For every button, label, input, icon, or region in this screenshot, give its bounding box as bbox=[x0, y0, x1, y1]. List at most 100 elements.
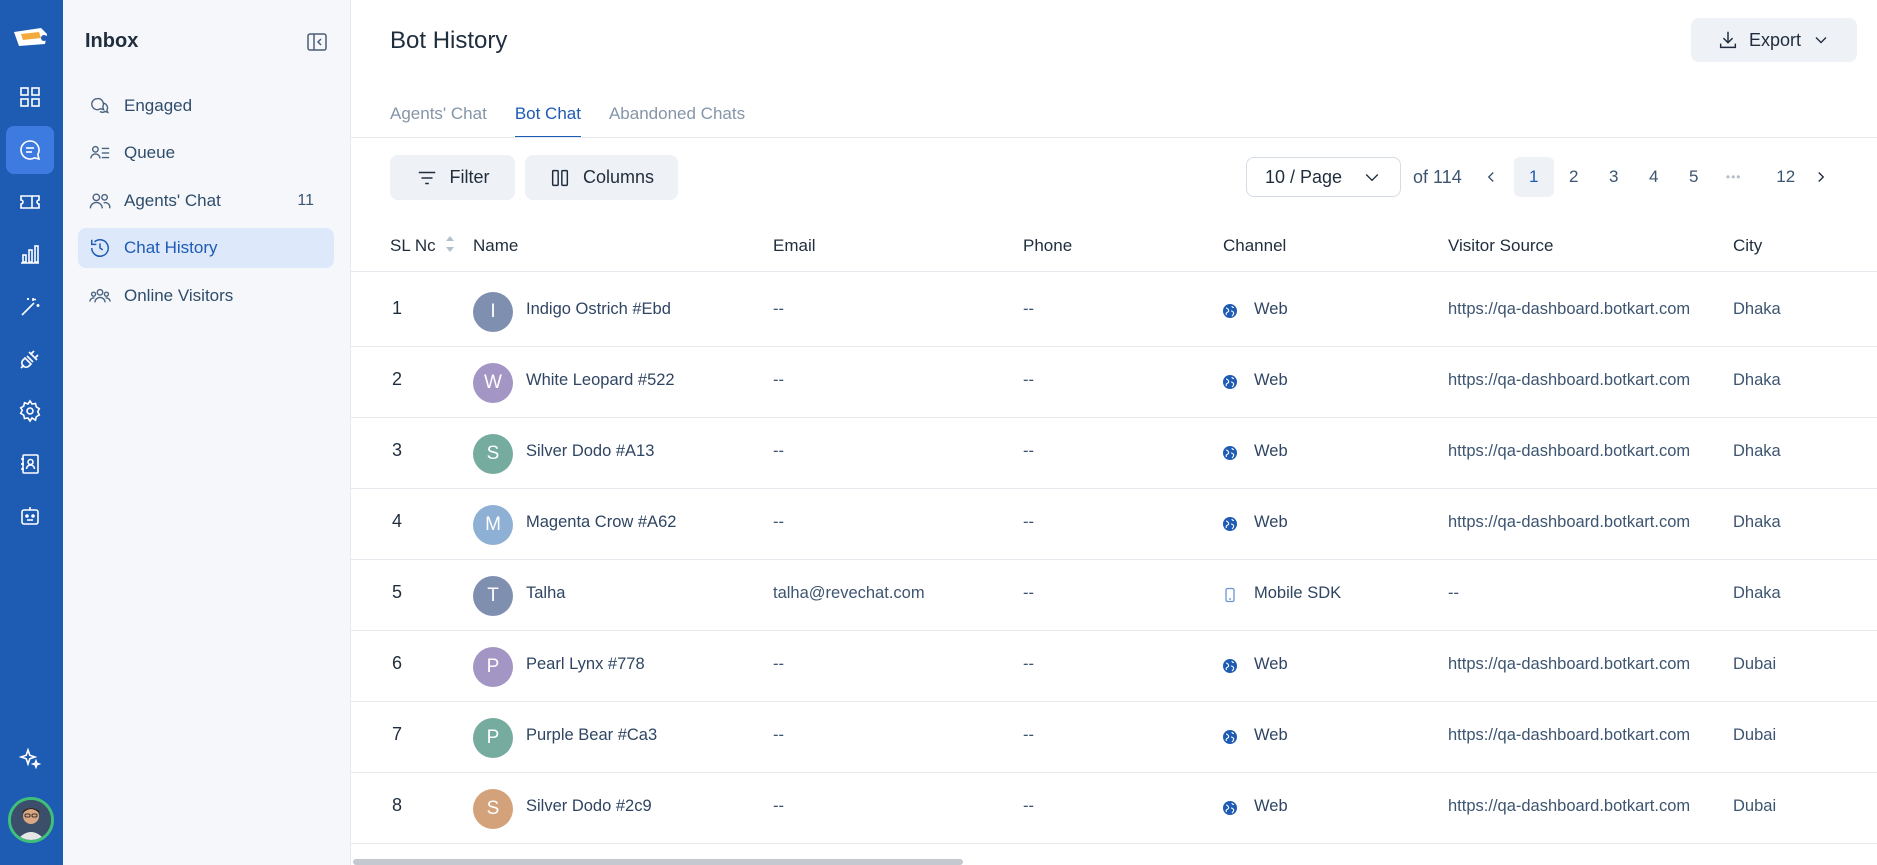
table-row[interactable]: 8 S Silver Dodo #2c9 -- -- Web https://qa-dash… bbox=[351, 773, 1877, 844]
page-2-button[interactable]: 2 bbox=[1554, 157, 1594, 197]
chat-icon bbox=[20, 140, 41, 161]
analytics-icon bbox=[21, 245, 39, 264]
sidebar-item-chat-history[interactable]: Chat History bbox=[78, 228, 334, 268]
visitor-name[interactable]: Purple Bear #Ca3 bbox=[526, 726, 657, 745]
col-sl-no[interactable]: SL Nc bbox=[390, 236, 436, 256]
visitor-avatar: I bbox=[473, 292, 513, 332]
row-sl-no: 4 bbox=[392, 511, 403, 531]
chevron-left-icon bbox=[1487, 172, 1494, 182]
globe-icon bbox=[1222, 729, 1238, 745]
tab-bot-chat[interactable]: Bot Chat bbox=[514, 88, 581, 138]
col-phone: Phone bbox=[1023, 236, 1073, 255]
table-row[interactable]: 6 P Pearl Lynx #778 -- -- Web https://qa-dashb… bbox=[351, 631, 1877, 702]
visitor-channel: Web bbox=[1254, 371, 1288, 389]
sidebar-item-label: Queue bbox=[124, 143, 176, 162]
filter-label: Filter bbox=[449, 167, 490, 187]
visitor-channel: Web bbox=[1254, 513, 1288, 531]
visitor-name[interactable]: Indigo Ostrich #Ebd bbox=[526, 300, 671, 319]
analytics-nav-button[interactable] bbox=[6, 230, 54, 278]
user-avatar[interactable] bbox=[8, 797, 54, 843]
visitor-city: Dhaka bbox=[1733, 513, 1781, 531]
horizontal-scrollbar[interactable] bbox=[353, 859, 963, 865]
user-avatar-icon bbox=[11, 800, 51, 840]
page-1-button[interactable]: 1 bbox=[1513, 157, 1554, 197]
collapse-sidebar-icon[interactable] bbox=[306, 31, 328, 53]
contacts-nav-button[interactable] bbox=[6, 440, 54, 488]
table-row[interactable]: 4 M Magenta Crow #A62 -- -- Web https://qa-das… bbox=[351, 489, 1877, 560]
table-row[interactable]: 5 T Talha talha@revechat.com -- Mobile SDK -- D… bbox=[351, 560, 1877, 631]
visitor-phone: -- bbox=[1023, 726, 1034, 744]
automation-nav-button[interactable] bbox=[6, 283, 54, 331]
visitor-name[interactable]: Silver Dodo #A13 bbox=[526, 442, 654, 461]
next-page-button[interactable] bbox=[1806, 157, 1836, 197]
globe-icon bbox=[1222, 516, 1238, 532]
page-size-select[interactable]: 10 / Page bbox=[1246, 157, 1401, 197]
sidebar-item-online-visitors[interactable]: Online Visitors bbox=[78, 276, 334, 316]
chevron-down-icon bbox=[1365, 174, 1379, 182]
visitor-channel: Web bbox=[1254, 300, 1288, 318]
main-content: Bot History Export Agents' Chat Bot Chat… bbox=[351, 0, 1877, 865]
page-title: Bot History bbox=[390, 27, 508, 54]
col-visitor-source: Visitor Source bbox=[1448, 236, 1554, 255]
plug-icon bbox=[20, 350, 39, 369]
ticket-icon bbox=[20, 195, 40, 209]
visitor-name[interactable]: Magenta Crow #A62 bbox=[526, 513, 676, 532]
integrations-nav-button[interactable] bbox=[6, 335, 54, 383]
visitor-city: Dhaka bbox=[1733, 300, 1781, 318]
row-sl-no: 3 bbox=[392, 440, 403, 460]
sidebar-item-agents-chat[interactable]: Agents' Chat 11 bbox=[78, 181, 334, 221]
visitor-city: Dubai bbox=[1733, 655, 1777, 673]
history-icon bbox=[88, 236, 112, 260]
pagination-ellipsis[interactable]: ••• bbox=[1714, 157, 1754, 197]
globe-icon bbox=[1222, 800, 1238, 816]
visitor-phone: -- bbox=[1023, 442, 1034, 460]
visitor-avatar: S bbox=[473, 434, 513, 474]
globe-icon bbox=[1222, 303, 1238, 319]
chevron-down-icon bbox=[1815, 37, 1827, 44]
visitor-name[interactable]: Pearl Lynx #778 bbox=[526, 655, 645, 674]
download-icon bbox=[1719, 31, 1737, 49]
columns-button[interactable]: Columns bbox=[525, 155, 678, 200]
filter-icon bbox=[418, 171, 435, 184]
page-3-button[interactable]: 3 bbox=[1594, 157, 1634, 197]
mobile-icon bbox=[1222, 587, 1238, 603]
sidebar-item-queue[interactable]: Queue bbox=[78, 133, 334, 173]
visitor-name[interactable]: Talha bbox=[526, 584, 565, 603]
table-row[interactable]: 7 P Purple Bear #Ca3 -- -- Web https://qa-dash… bbox=[351, 702, 1877, 773]
bot-nav-button[interactable] bbox=[6, 492, 54, 540]
table-row[interactable]: 1 I Indigo Ostrich #Ebd -- -- Web https://qa-d… bbox=[351, 276, 1877, 347]
sidebar-item-engaged[interactable]: Engaged bbox=[78, 86, 334, 126]
chat-bubbles-icon bbox=[88, 94, 112, 118]
page-4-button[interactable]: 4 bbox=[1634, 157, 1674, 197]
settings-icon bbox=[19, 399, 41, 423]
visitor-avatar: S bbox=[473, 789, 513, 829]
tab-abandoned-chats[interactable]: Abandoned Chats bbox=[609, 88, 745, 138]
globe-icon bbox=[1222, 374, 1238, 390]
inbox-sidebar: Inbox Engaged Queue Agents' Chat 11 Chat… bbox=[63, 0, 351, 865]
visitor-email: -- bbox=[773, 371, 784, 389]
tickets-nav-button[interactable] bbox=[6, 178, 54, 226]
page-last-button[interactable]: 12 bbox=[1766, 157, 1806, 197]
table-row[interactable]: 3 S Silver Dodo #A13 -- -- Web https://qa-dash… bbox=[351, 418, 1877, 489]
sort-icon[interactable] bbox=[445, 234, 455, 254]
logo-icon[interactable] bbox=[11, 24, 51, 52]
agents-chat-count: 11 bbox=[297, 192, 314, 209]
visitor-name[interactable]: White Leopard #522 bbox=[526, 371, 675, 390]
table-row[interactable]: 2 W White Leopard #522 -- -- Web https://qa-da… bbox=[351, 347, 1877, 418]
page-5-button[interactable]: 5 bbox=[1674, 157, 1714, 197]
visitor-channel: Web bbox=[1254, 797, 1288, 815]
export-button[interactable]: Export bbox=[1691, 18, 1857, 62]
tab-agents-chat[interactable]: Agents' Chat bbox=[390, 88, 487, 138]
row-sl-no: 8 bbox=[392, 795, 403, 815]
visitor-source: https://qa-dashboard.botkart.com bbox=[1448, 726, 1691, 744]
dashboard-nav-button[interactable] bbox=[6, 73, 54, 121]
globe-icon bbox=[1222, 445, 1238, 461]
settings-nav-button[interactable] bbox=[6, 387, 54, 435]
ai-assistant-button[interactable] bbox=[6, 735, 54, 783]
pagination: 10 / Page of 114 1 2 3 4 5 ••• 12 bbox=[1246, 157, 1836, 197]
page-size-value: 10 / Page bbox=[1265, 166, 1343, 187]
inbox-nav-button[interactable] bbox=[6, 126, 54, 174]
prev-page-button[interactable] bbox=[1476, 157, 1506, 197]
visitor-name[interactable]: Silver Dodo #2c9 bbox=[526, 797, 652, 816]
filter-button[interactable]: Filter bbox=[390, 155, 515, 200]
